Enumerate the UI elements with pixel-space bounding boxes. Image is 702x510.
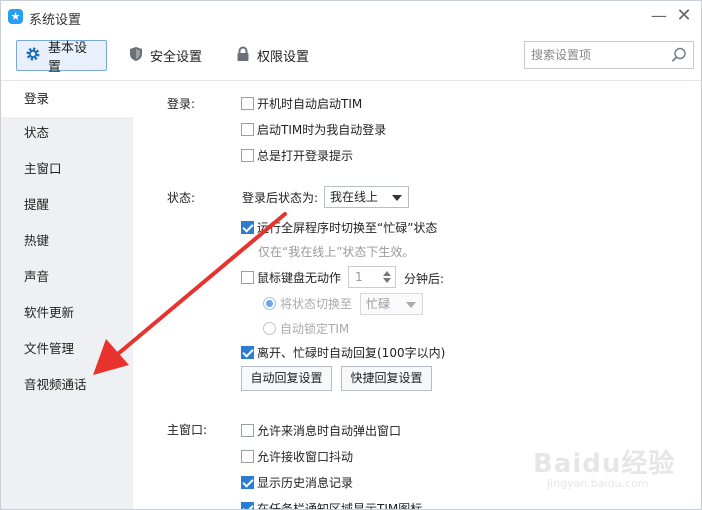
- checkbox[interactable]: [241, 97, 254, 110]
- sidebar-item-main-window[interactable]: 主窗口: [1, 151, 133, 187]
- checkbox[interactable]: [241, 476, 254, 489]
- watermark-text: Baidu经验: [533, 449, 676, 479]
- radio-switch-status[interactable]: 将状态切换至: [263, 295, 352, 312]
- settings-window: ★ 系统设置 — ✕ 基本设置 安全设置 权限设置 搜索设置项 登录 状态 主窗…: [0, 0, 702, 510]
- option-label: 离开、忙碌时自动回复(100字以内): [257, 346, 446, 360]
- shield-icon: [129, 46, 143, 66]
- quick-reply-settings-button[interactable]: 快捷回复设置: [341, 366, 432, 391]
- lock-icon: [236, 46, 250, 66]
- sidebar-item-software-update[interactable]: 软件更新: [1, 295, 133, 331]
- gear-icon: [25, 46, 41, 66]
- tab-label: 权限设置: [257, 50, 310, 65]
- auto-reply-settings-button[interactable]: 自动回复设置: [241, 366, 332, 391]
- option-auto-reply[interactable]: 离开、忙碌时自动回复(100字以内): [241, 344, 445, 361]
- tim-app-icon: ★: [8, 9, 23, 24]
- radio-button[interactable]: [263, 297, 276, 310]
- select-value: 我在线上: [330, 190, 379, 204]
- checkbox[interactable]: [241, 149, 254, 162]
- settings-search[interactable]: [524, 41, 694, 69]
- checkbox[interactable]: [241, 502, 254, 509]
- settings-toolbar: 基本设置 安全设置 权限设置: [1, 33, 701, 81]
- baidu-watermark: Baidu经验 jingyan.baidu.com: [533, 441, 693, 497]
- option-label: 鼠标键盘无动作: [257, 271, 342, 285]
- after-login-status-select[interactable]: 我在线上: [324, 186, 409, 208]
- after-login-status-label: 登录后状态为:: [242, 191, 319, 205]
- chevron-down-icon: [406, 302, 416, 308]
- minimize-button[interactable]: —: [648, 6, 670, 28]
- stepper-down-icon[interactable]: [383, 278, 391, 283]
- stepper-value: 1: [355, 270, 363, 284]
- idle-status-select[interactable]: 忙碌: [360, 293, 423, 315]
- checkbox[interactable]: [241, 346, 254, 359]
- option-login-prompt[interactable]: 总是打开登录提示: [241, 147, 353, 164]
- section-label-main-window: 主窗口:: [167, 423, 208, 437]
- search-icon[interactable]: [670, 46, 688, 64]
- tab-label: 基本设置: [48, 40, 88, 75]
- option-show-history[interactable]: 显示历史消息记录: [241, 474, 353, 491]
- sidebar-item-file-management[interactable]: 文件管理: [1, 331, 133, 367]
- tab-security-settings[interactable]: 安全设置: [121, 40, 210, 71]
- option-label: 将状态切换至: [280, 297, 353, 311]
- option-label: 允许来消息时自动弹出窗口: [257, 424, 402, 438]
- watermark-subtext: jingyan.baidu.com: [547, 477, 649, 490]
- option-tray-icon[interactable]: 在任务栏通知区域显示TIM图标: [241, 500, 423, 510]
- sidebar-item-hotkeys[interactable]: 热键: [1, 223, 133, 259]
- option-fullscreen-busy[interactable]: 运行全屏程序时切换至“忙碌”状态: [241, 219, 437, 236]
- option-label: 显示历史消息记录: [257, 476, 354, 490]
- option-label: 启动TIM时为我自动登录: [257, 123, 387, 137]
- option-label: 在任务栏通知区域显示TIM图标: [257, 502, 423, 510]
- tab-permission-settings[interactable]: 权限设置: [228, 40, 317, 71]
- chevron-down-icon: [392, 195, 402, 201]
- title-bar: ★ 系统设置 — ✕: [1, 1, 701, 33]
- tab-basic-settings[interactable]: 基本设置: [16, 40, 107, 75]
- checkbox[interactable]: [241, 123, 254, 136]
- idle-minutes-stepper[interactable]: 1: [348, 266, 396, 288]
- tab-label: 安全设置: [150, 50, 203, 65]
- radio-button[interactable]: [263, 322, 276, 335]
- fullscreen-hint: 仅在“我在线上”状态下生效。: [258, 245, 415, 259]
- option-autologin[interactable]: 启动TIM时为我自动登录: [241, 121, 386, 138]
- section-label-login: 登录:: [167, 97, 196, 111]
- select-value: 忙碌: [366, 297, 391, 311]
- section-label-status: 状态:: [167, 191, 196, 205]
- stepper-up-icon[interactable]: [383, 271, 391, 276]
- option-label: 开机时自动启动TIM: [257, 97, 363, 111]
- sidebar-item-login[interactable]: 登录: [1, 81, 133, 117]
- option-label: 总是打开登录提示: [257, 149, 354, 163]
- settings-sidebar: 登录 状态 主窗口 提醒 热键 声音 软件更新 文件管理 音视频通话: [1, 81, 133, 509]
- sidebar-item-sound[interactable]: 声音: [1, 259, 133, 295]
- checkbox[interactable]: [241, 424, 254, 437]
- window-title: 系统设置: [29, 13, 82, 28]
- option-window-shake[interactable]: 允许接收窗口抖动: [241, 448, 353, 465]
- option-autostart[interactable]: 开机时自动启动TIM: [241, 95, 362, 112]
- radio-auto-lock[interactable]: 自动锁定TIM: [263, 320, 349, 337]
- checkbox[interactable]: [241, 271, 254, 284]
- close-button[interactable]: ✕: [673, 6, 695, 28]
- checkbox[interactable]: [241, 221, 254, 234]
- sidebar-item-reminder[interactable]: 提醒: [1, 187, 133, 223]
- option-idle[interactable]: 鼠标键盘无动作: [241, 269, 341, 286]
- search-input[interactable]: [531, 46, 666, 64]
- option-label: 允许接收窗口抖动: [257, 450, 354, 464]
- idle-minutes-suffix: 分钟后:: [404, 272, 445, 286]
- sidebar-item-av-call[interactable]: 音视频通话: [1, 367, 133, 403]
- option-label: 自动锁定TIM: [280, 322, 350, 336]
- option-auto-popup[interactable]: 允许来消息时自动弹出窗口: [241, 422, 401, 439]
- sidebar-item-status[interactable]: 状态: [1, 115, 133, 151]
- option-label: 运行全屏程序时切换至“忙碌”状态: [257, 221, 438, 235]
- checkbox[interactable]: [241, 450, 254, 463]
